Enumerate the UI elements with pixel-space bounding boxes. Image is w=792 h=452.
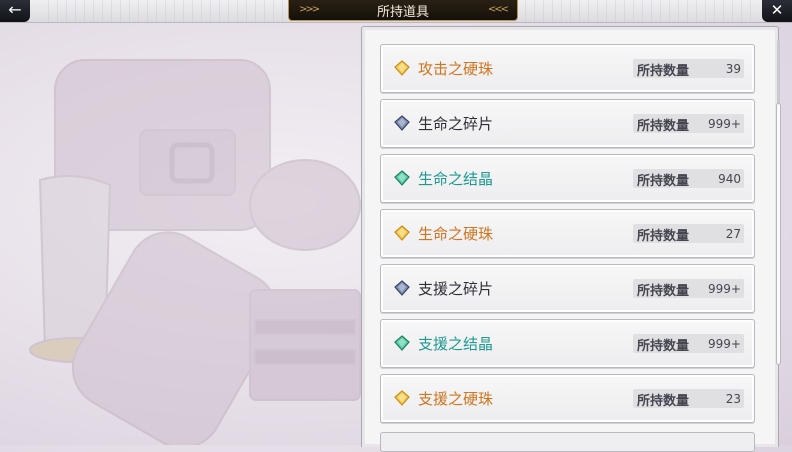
green-gem-icon [394, 335, 410, 351]
quantity-label: 所持数量 [637, 119, 690, 134]
quantity-label: 所持数量 [637, 394, 690, 409]
green-gem-icon [394, 170, 410, 186]
list-item[interactable]: 攻击之硬珠 所持数量 39 [380, 44, 755, 93]
list-item[interactable]: 生命之硬珠 所持数量 27 [380, 209, 755, 258]
list-item[interactable]: 生命之结晶 所持数量 940 [380, 154, 755, 203]
item-name: 生命之结晶 [418, 170, 494, 188]
close-icon: ✕ [770, 1, 784, 19]
list-item[interactable]: 生命之碎片 所持数量 999+ [380, 99, 755, 148]
quantity-value: 999+ [708, 282, 741, 296]
title-tab: >>> 所持道具 <<< [288, 0, 518, 21]
quantity-box: 所持数量 23 [633, 389, 744, 409]
quantity-label: 所持数量 [637, 284, 690, 299]
quantity-value: 27 [725, 227, 741, 241]
list-item[interactable]: 支援之硬珠 所持数量 23 [380, 374, 755, 423]
item-name: 支援之结晶 [418, 335, 494, 353]
item-name: 支援之硬珠 [418, 390, 494, 408]
quantity-value: 940 [718, 172, 741, 186]
page-title: 所持道具 [376, 5, 429, 20]
close-button[interactable]: ✕ [762, 0, 792, 22]
item-name: 攻击之硬珠 [418, 60, 494, 78]
quantity-label: 所持数量 [637, 64, 690, 79]
quantity-box: 所持数量 27 [633, 224, 744, 244]
blue-gem-icon [394, 280, 410, 296]
blue-gem-icon [394, 115, 410, 131]
quantity-box: 所持数量 999+ [633, 114, 744, 134]
gold-gem-icon [394, 390, 410, 406]
back-button[interactable]: ← [0, 0, 30, 22]
list-item-partial[interactable] [380, 432, 755, 452]
list-item[interactable]: 支援之碎片 所持数量 999+ [380, 264, 755, 313]
gold-gem-icon [394, 225, 410, 241]
quantity-value: 999+ [708, 337, 741, 351]
quantity-box: 所持数量 999+ [633, 334, 744, 354]
quantity-value: 23 [725, 392, 741, 406]
quantity-box: 所持数量 999+ [633, 279, 744, 299]
item-name: 生命之碎片 [418, 115, 494, 133]
quantity-value: 999+ [708, 117, 741, 131]
chevron-ornament-right-icon: <<< [487, 4, 509, 15]
item-name: 生命之硬珠 [418, 225, 494, 243]
background-illustration [29, 59, 361, 445]
item-name: 支援之碎片 [418, 280, 494, 298]
quantity-label: 所持数量 [637, 339, 690, 354]
arrow-left-icon: ← [8, 0, 22, 19]
quantity-box: 所持数量 940 [633, 169, 744, 189]
gold-gem-icon [394, 60, 410, 76]
quantity-label: 所持数量 [637, 174, 690, 189]
scrollbar-thumb[interactable] [776, 103, 781, 365]
quantity-value: 39 [725, 62, 741, 76]
list-item[interactable]: 支援之结晶 所持数量 999+ [380, 319, 755, 368]
quantity-label: 所持数量 [637, 229, 690, 244]
quantity-box: 所持数量 39 [633, 59, 744, 79]
